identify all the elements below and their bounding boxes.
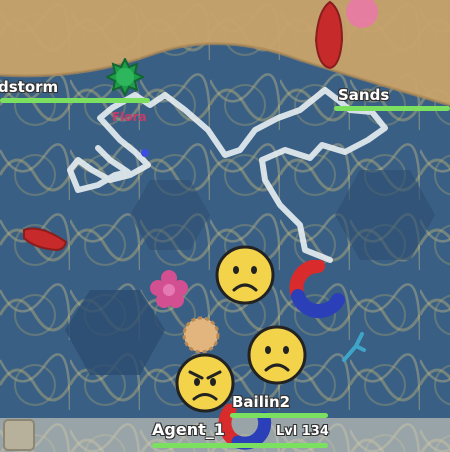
- peach-blob-icon[interactable]: [180, 314, 222, 356]
- game-viewport[interactable]: dstorm Sands Flora Bailin2 Agent_1 Lvl 1…: [0, 0, 450, 452]
- self-health-bar: [152, 443, 328, 448]
- health-bar: [334, 106, 450, 111]
- player-level: Lvl 134: [276, 424, 329, 439]
- player-name-flora: Flora: [112, 110, 147, 124]
- green-star-mob-icon[interactable]: [106, 58, 144, 96]
- player-name-top-right: Sands: [338, 86, 390, 104]
- corner-slot: [3, 419, 35, 451]
- sad-face-icon[interactable]: [246, 324, 308, 386]
- sad-face-icon[interactable]: [214, 244, 276, 306]
- player-name-bottom-center: Bailin2: [232, 393, 291, 411]
- antenna-icon[interactable]: [338, 330, 366, 364]
- health-bar: [230, 413, 328, 418]
- player-name-self: Agent_1: [152, 420, 225, 439]
- health-bar: [0, 98, 150, 103]
- player-name-top-left: dstorm: [0, 78, 59, 96]
- dot-icon: [141, 149, 149, 157]
- pink-flower-icon[interactable]: [146, 266, 192, 312]
- chili-pepper-icon[interactable]: [20, 222, 70, 254]
- pink-orb-icon: [346, 0, 378, 28]
- magnet-icon[interactable]: [288, 260, 348, 320]
- chili-pepper-icon[interactable]: [312, 0, 348, 72]
